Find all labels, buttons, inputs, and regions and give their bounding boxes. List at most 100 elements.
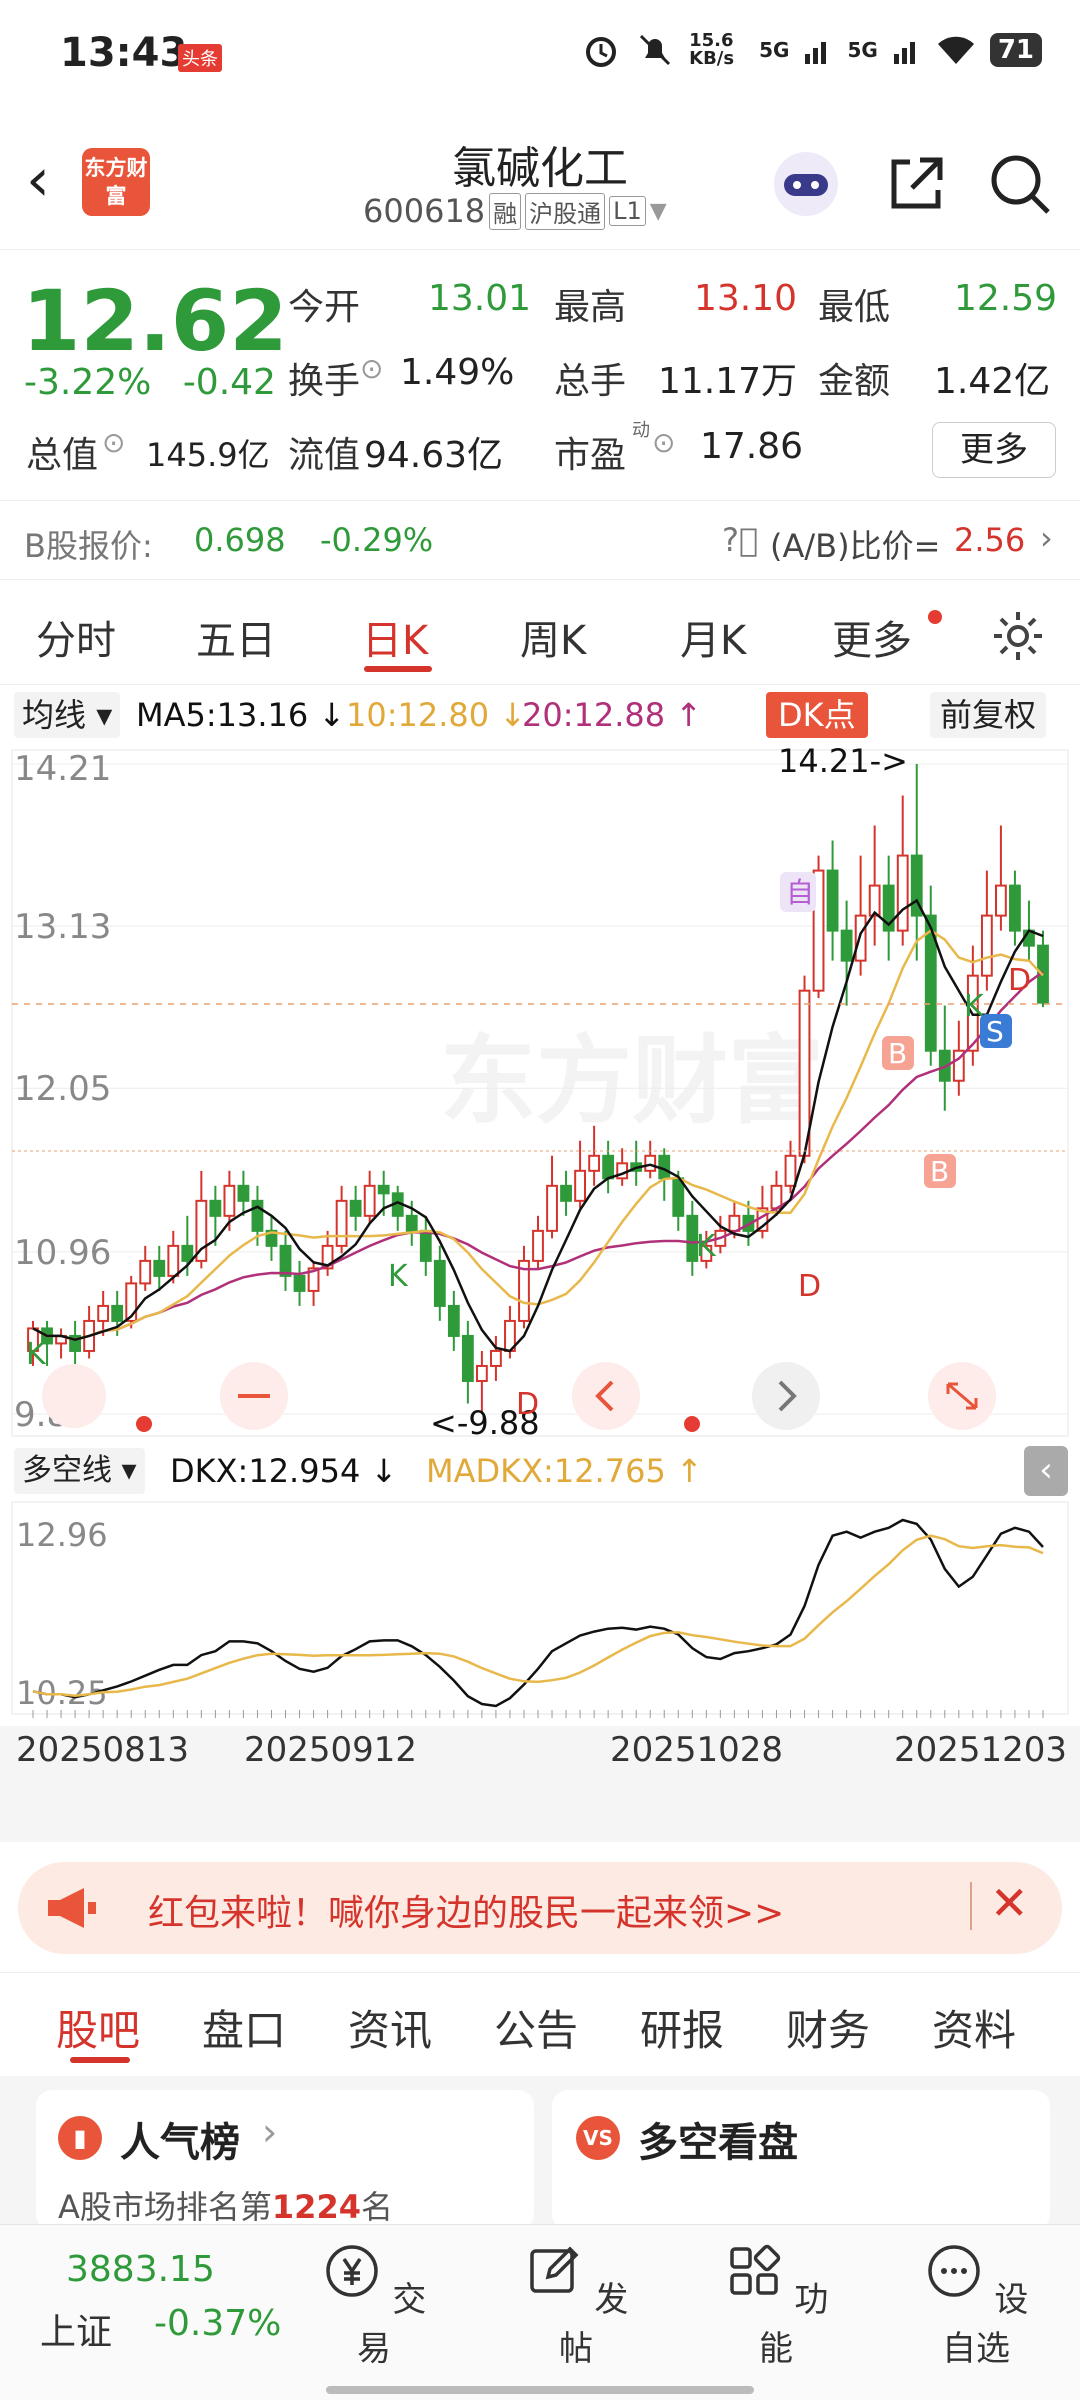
high-value: 13.10	[694, 278, 798, 319]
tab-five-day[interactable]: 五日	[196, 608, 276, 666]
b-share-price: 0.698	[194, 521, 286, 559]
last-price: 12.62	[22, 272, 288, 370]
prev-control[interactable]	[572, 1362, 640, 1430]
ab-ratio-value: 2.56	[954, 521, 1026, 559]
tab-more[interactable]: 更多	[832, 608, 912, 666]
settings-gear-icon[interactable]	[990, 608, 1046, 664]
date-label-2: 20250912	[244, 1730, 418, 1770]
tab-intraday[interactable]: 分时	[36, 608, 116, 666]
tab-profile[interactable]: 资料	[932, 1997, 1016, 2058]
stock-header: ‹ 东方财富 氯碱化工 600618 融 沪股通 L1 ▼	[0, 112, 1080, 250]
index-change: -0.37%	[154, 2303, 282, 2344]
candle-body	[153, 1259, 166, 1277]
kline-chart[interactable]: 东方财富 14.2113.1312.0510.969.88 14.21-> <-…	[0, 744, 1080, 1440]
info-icon[interactable]: ⊙	[360, 352, 383, 385]
signal-label: D	[1008, 963, 1031, 998]
tab-research[interactable]: 研报	[640, 1997, 724, 2058]
signal-label: D	[516, 1387, 539, 1422]
candle-body	[602, 1154, 615, 1180]
dkx-ytick-high: 12.96	[16, 1516, 108, 1554]
pe-info-icon[interactable]: ⊙	[652, 426, 675, 459]
signal-icon-2	[893, 42, 915, 64]
banner-text: 红包来啦！喊你身边的股民一起来领>>	[148, 1893, 785, 1934]
next-control[interactable]	[752, 1362, 820, 1430]
vs-icon: VS	[576, 2116, 620, 2160]
pre-adjust-button[interactable]: 前复权	[930, 692, 1047, 738]
date-label-4: 20251203	[894, 1730, 1068, 1770]
help-icon[interactable]: ?⃝	[722, 521, 758, 559]
red-packet-banner[interactable]: 红包来啦！喊你身边的股民一起来领>> ✕	[18, 1862, 1062, 1954]
tab-guba[interactable]: 股吧	[56, 1997, 140, 2058]
tab-financials[interactable]: 财务	[786, 1997, 870, 2058]
ai-robot-icon[interactable]	[770, 148, 842, 220]
candle-body	[980, 914, 993, 977]
mcap-info-icon[interactable]: ⊙	[102, 426, 125, 459]
quote-panel: 12.62 -3.22% -0.42 今开 13.01 最高 13.10 最低 …	[0, 250, 1080, 500]
candle-body	[447, 1304, 460, 1337]
chart-tabs: 分时 五日 日K 周K 月K 更多	[0, 580, 1080, 685]
candle-body	[139, 1259, 152, 1285]
tab-daily-k[interactable]: 日K	[362, 608, 428, 666]
nav-post[interactable]: 发帖	[516, 2241, 636, 2370]
candle-body	[111, 1304, 124, 1322]
ma5-label: MA5:13.16 ↓	[136, 696, 346, 734]
mute-bell-icon	[640, 34, 671, 66]
content-tab-indicator	[70, 2057, 130, 2063]
self-select-marker: 自	[786, 876, 814, 909]
dropdown-arrow-icon: ▼	[649, 198, 667, 224]
signal-label: K	[388, 1259, 409, 1294]
chevron-right-icon: ›	[1040, 519, 1053, 557]
share-icon[interactable]	[880, 148, 952, 220]
dkx-indicator-chart[interactable]: 12.96 10.25	[0, 1500, 1080, 1726]
candle-body	[1009, 884, 1021, 932]
candle-body	[405, 1214, 418, 1232]
more-button[interactable]: 更多	[932, 422, 1056, 478]
edit-icon	[529, 2246, 579, 2293]
bull-bear-card[interactable]: VS 多空看盘	[552, 2090, 1050, 2230]
candle-body	[181, 1244, 194, 1262]
pe-sup: 动	[632, 420, 650, 441]
chart-bars-icon: ▮	[58, 2116, 102, 2160]
change-row: -3.22% -0.42	[24, 362, 276, 403]
indicator-select-dkx[interactable]: 多空线 ▾	[14, 1448, 145, 1494]
close-icon[interactable]: ✕	[990, 1876, 1029, 1930]
tab-pankou[interactable]: 盘口	[202, 1997, 286, 2058]
date-label-3: 20251028	[610, 1730, 784, 1770]
nav-functions[interactable]: 功能	[716, 2241, 836, 2370]
b-share-row[interactable]: B股报价: 0.698 -0.29% ?⃝ (A/B)比价= 2.56 ›	[0, 500, 1080, 580]
candle-body	[546, 1184, 558, 1232]
candle-body	[560, 1184, 572, 1202]
chevron-right-icon: ›	[262, 2110, 278, 2154]
tab-news[interactable]: 资讯	[348, 1997, 432, 2058]
candle-body	[532, 1229, 544, 1262]
nav-trade[interactable]: 交易	[314, 2241, 434, 2370]
dk-point-button[interactable]: DK点	[766, 692, 868, 738]
y-tick-label: 10.96	[14, 1233, 111, 1273]
low-label: 最低	[818, 287, 891, 328]
indicator-select[interactable]: 均线 ▾	[14, 692, 121, 738]
nav-add-watchlist[interactable]: 设自选	[916, 2241, 1036, 2370]
search-icon[interactable]	[984, 148, 1056, 220]
candle-body	[363, 1184, 376, 1217]
candle-body	[167, 1244, 180, 1277]
float-value: 94.63亿	[364, 435, 504, 476]
change-pct: -3.22%	[24, 362, 152, 403]
madkx-label: MADKX:12.765 ↑	[426, 1452, 703, 1490]
clock: 13:43	[60, 30, 188, 76]
tab-monthly-k[interactable]: 月K	[680, 608, 746, 666]
candle-body	[672, 1177, 685, 1217]
candle-body	[588, 1154, 601, 1172]
candle-body	[644, 1154, 657, 1172]
scroll-left-control[interactable]	[42, 1364, 106, 1428]
tab-weekly-k[interactable]: 周K	[520, 608, 586, 666]
collapse-arrow-icon[interactable]: ‹	[1024, 1446, 1068, 1496]
popularity-card[interactable]: ▮ 人气榜 › A股市场排名第1224名	[36, 2090, 534, 2230]
candle-body	[826, 869, 839, 932]
candle-body	[209, 1199, 222, 1217]
stock-code-row[interactable]: 600618 融 沪股通 L1 ▼	[363, 192, 667, 230]
amount-label: 金额	[818, 361, 891, 402]
toutiao-badge: 头条	[178, 44, 222, 72]
tab-announcements[interactable]: 公告	[494, 1997, 578, 2058]
candle-body	[784, 1154, 797, 1187]
ma-legend: 均线 ▾ MA5:13.16 ↓ 10:12.80 ↓ 20:12.88 ↑ D…	[0, 688, 1080, 744]
